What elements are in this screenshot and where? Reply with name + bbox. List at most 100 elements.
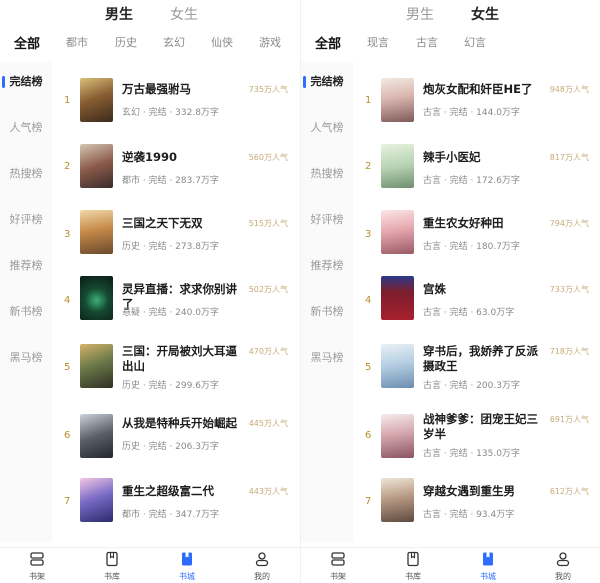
popularity-count: 691万人气 <box>549 415 589 424</box>
sidebar-item-dark-horse[interactable]: 黑马榜 <box>301 348 353 368</box>
ranking-sidebar: 完结榜 人气榜 热搜榜 好评榜 推荐榜 新书榜 黑马榜 <box>301 62 353 542</box>
book-item[interactable]: 1 万古最强驸马 玄幻 · 完结 · 332.8万字 735万人气 <box>52 78 300 144</box>
book-item[interactable]: 4 宫姝 古言 · 完结 · 63.0万字 733万人气 <box>353 276 600 342</box>
ranking-sidebar: 完结榜 人气榜 热搜榜 好评榜 推荐榜 新书榜 黑马榜 <box>0 62 52 542</box>
rank-number: 1 <box>64 95 71 106</box>
book-meta: 悬疑 · 完结 · 240.0万字 <box>122 308 219 318</box>
category-all[interactable]: 全部 <box>315 33 341 52</box>
category-all[interactable]: 全部 <box>14 33 40 52</box>
book-item[interactable]: 6 战神爹爹：团宠王妃三岁半 古言 · 完结 · 135.0万字 691万人气 <box>353 410 600 476</box>
tab-bookshelf[interactable]: 书架 <box>17 551 57 583</box>
book-item[interactable]: 2 辣手小医妃 古言 · 完结 · 172.6万字 817万人气 <box>353 144 600 210</box>
book-item[interactable]: 3 三国之天下无双 历史 · 完结 · 273.8万字 515万人气 <box>52 210 300 276</box>
gender-tabs: 男生 女生 <box>301 4 600 24</box>
book-cover <box>381 414 414 458</box>
tab-label: 书架 <box>330 572 346 581</box>
category-ancient-romance[interactable]: 古言 <box>416 34 438 50</box>
sidebar-item-new[interactable]: 新书榜 <box>301 302 353 322</box>
sidebar-item-popular[interactable]: 人气榜 <box>301 118 353 138</box>
popularity-count: 470万人气 <box>248 347 288 356</box>
screen-female: 男生 女生 全部 现言 古言 幻言 完结榜 人气榜 热搜榜 好评榜 推荐榜 新书… <box>300 0 600 583</box>
book-title: 重生之超级富二代 <box>122 484 214 498</box>
tab-library[interactable]: 书库 <box>92 551 132 583</box>
book-meta: 古言 · 完结 · 135.0万字 <box>423 449 520 459</box>
sidebar-item-top-rated[interactable]: 好评榜 <box>0 210 52 230</box>
book-cover <box>80 478 113 522</box>
tab-profile[interactable]: 我的 <box>242 551 282 583</box>
book-cover <box>80 144 113 188</box>
book-meta: 古言 · 完结 · 180.7万字 <box>423 242 520 252</box>
category-history[interactable]: 历史 <box>115 34 137 50</box>
sidebar-item-completed[interactable]: 完结榜 <box>301 72 353 92</box>
gender-tab-female[interactable]: 女生 <box>471 4 499 24</box>
popularity-count: 794万人气 <box>549 219 589 228</box>
sidebar-item-recommended[interactable]: 推荐榜 <box>0 256 52 276</box>
rank-number: 2 <box>64 161 71 172</box>
rank-number: 7 <box>365 496 372 507</box>
tab-label: 书架 <box>29 572 45 581</box>
sidebar-item-popular[interactable]: 人气榜 <box>0 118 52 138</box>
category-xianxia[interactable]: 仙侠 <box>211 34 233 50</box>
popularity-count: 515万人气 <box>248 219 288 228</box>
gender-tabs: 男生 女生 <box>0 4 300 24</box>
bottom-tab-bar: 书架 书库 书城 我的 <box>301 547 600 583</box>
tab-bookstore[interactable]: 书城 <box>167 551 207 583</box>
popularity-count: 948万人气 <box>549 85 589 94</box>
sidebar-item-new[interactable]: 新书榜 <box>0 302 52 322</box>
category-game[interactable]: 游戏 <box>259 34 281 50</box>
active-indicator <box>303 76 306 88</box>
book-item[interactable]: 4 灵异直播：求求你别讲了 悬疑 · 完结 · 240.0万字 502万人气 <box>52 276 300 342</box>
rank-number: 6 <box>365 430 372 441</box>
book-title: 三国之天下无双 <box>122 216 203 230</box>
gender-tab-male[interactable]: 男生 <box>406 4 434 24</box>
book-cover <box>381 276 414 320</box>
rank-number: 5 <box>365 362 372 373</box>
book-item[interactable]: 3 重生农女好种田 古言 · 完结 · 180.7万字 794万人气 <box>353 210 600 276</box>
book-item[interactable]: 2 逆袭1990 都市 · 完结 · 283.7万字 560万人气 <box>52 144 300 210</box>
book-cover <box>80 344 113 388</box>
active-indicator <box>2 76 5 88</box>
book-title: 宫姝 <box>423 282 446 296</box>
sidebar-item-hot-search[interactable]: 热搜榜 <box>0 164 52 184</box>
category-tabs: 全部 现言 古言 幻言 <box>301 34 600 52</box>
tab-bookshelf[interactable]: 书架 <box>318 551 358 583</box>
rank-number: 4 <box>64 295 71 306</box>
book-meta: 玄幻 · 完结 · 332.8万字 <box>122 108 219 118</box>
sidebar-item-label: 完结榜 <box>9 75 43 88</box>
profile-icon <box>255 552 269 567</box>
category-urban[interactable]: 都市 <box>66 34 88 50</box>
book-title: 辣手小医妃 <box>423 150 481 164</box>
gender-tab-male[interactable]: 男生 <box>105 4 133 24</box>
rank-number: 1 <box>365 95 372 106</box>
popularity-count: 735万人气 <box>248 85 288 94</box>
category-fantasy-romance[interactable]: 幻言 <box>464 34 486 50</box>
gender-tab-female[interactable]: 女生 <box>170 4 198 24</box>
book-item[interactable]: 7 重生之超级富二代 都市 · 完结 · 347.7万字 443万人气 <box>52 474 300 540</box>
category-modern-romance[interactable]: 现言 <box>367 34 389 50</box>
popularity-count: 502万人气 <box>248 285 288 294</box>
tab-library[interactable]: 书库 <box>393 551 433 583</box>
sidebar-item-completed[interactable]: 完结榜 <box>0 72 52 92</box>
bookstore-icon <box>182 552 192 566</box>
popularity-count: 817万人气 <box>549 153 589 162</box>
book-item[interactable]: 6 从我是特种兵开始崛起 历史 · 完结 · 206.3万字 445万人气 <box>52 410 300 476</box>
library-icon <box>106 551 118 567</box>
book-item[interactable]: 1 炮灰女配和奸臣HE了 古言 · 完结 · 144.0万字 948万人气 <box>353 78 600 144</box>
book-title: 战神爹爹：团宠王妃三岁半 <box>423 412 538 441</box>
book-meta: 古言 · 完结 · 200.3万字 <box>423 381 520 391</box>
category-fantasy[interactable]: 玄幻 <box>163 34 185 50</box>
book-item[interactable]: 5 三国：开局被刘大耳逼出山 历史 · 完结 · 299.6万字 470万人气 <box>52 342 300 408</box>
tab-bookstore[interactable]: 书城 <box>468 551 508 583</box>
sidebar-item-dark-horse[interactable]: 黑马榜 <box>0 348 52 368</box>
book-item[interactable]: 7 穿越女遇到重生男 古言 · 完结 · 93.4万字 612万人气 <box>353 474 600 540</box>
tab-label: 书城 <box>179 572 195 581</box>
tab-profile[interactable]: 我的 <box>543 551 583 583</box>
rank-number: 3 <box>365 229 372 240</box>
rank-number: 2 <box>365 161 372 172</box>
sidebar-item-hot-search[interactable]: 热搜榜 <box>301 164 353 184</box>
book-item[interactable]: 5 穿书后，我娇养了反派摄政王 古言 · 完结 · 200.3万字 718万人气 <box>353 342 600 408</box>
tab-label: 我的 <box>555 572 571 581</box>
book-title: 重生农女好种田 <box>423 216 504 230</box>
sidebar-item-recommended[interactable]: 推荐榜 <box>301 256 353 276</box>
sidebar-item-top-rated[interactable]: 好评榜 <box>301 210 353 230</box>
